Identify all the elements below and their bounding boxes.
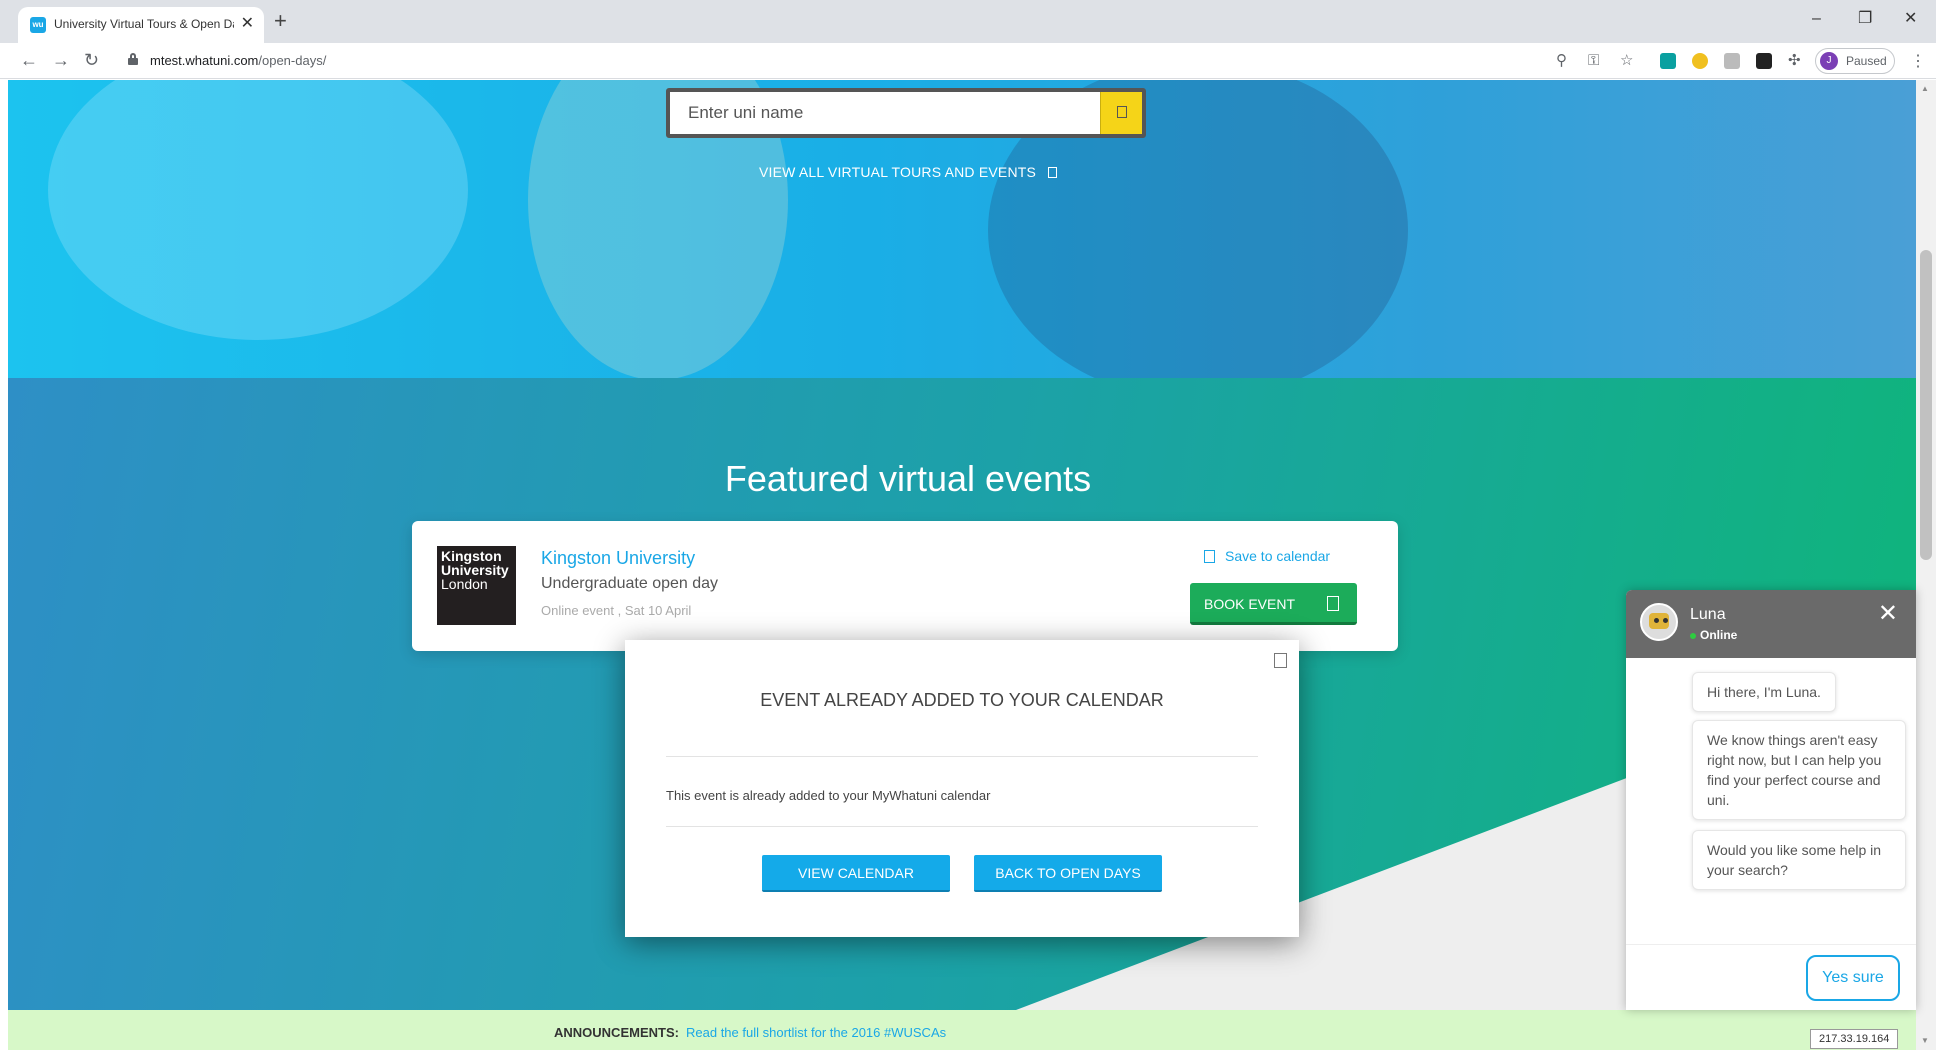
calendar-icon [1204, 550, 1215, 563]
announcement-link[interactable]: Read the full shortlist for the 2016 #WU… [686, 1025, 946, 1040]
browser-menu-icon[interactable]: ⋮ [1910, 51, 1926, 71]
page-scrollbar[interactable]: ▲ ▼ [1916, 80, 1936, 1050]
divider [666, 826, 1258, 827]
view-calendar-button[interactable]: VIEW CALENDAR [762, 855, 950, 892]
extension-icon[interactable] [1724, 53, 1740, 69]
browser-tab-bar: wu University Virtual Tours & Open Days … [0, 0, 1936, 43]
lock-icon[interactable] [128, 53, 138, 65]
ip-address-badge: 217.33.19.164 [1810, 1029, 1899, 1049]
window-close-button[interactable]: ✕ [1904, 10, 1917, 28]
extension-icon[interactable] [1660, 53, 1676, 69]
tab-close-icon[interactable]: ✕ [241, 15, 254, 33]
logo-line: London [441, 576, 488, 592]
new-tab-button[interactable]: + [274, 10, 287, 32]
scroll-down-arrow-icon[interactable]: ▼ [1921, 1036, 1929, 1045]
location-pin-icon[interactable]: ⚲ [1556, 52, 1567, 70]
back-to-open-days-button[interactable]: BACK TO OPEN DAYS [974, 855, 1162, 892]
window-restore-button[interactable]: ❐ [1858, 10, 1872, 28]
university-name-link[interactable]: Kingston University [541, 548, 695, 569]
event-type: Undergraduate open day [541, 575, 719, 592]
search-button[interactable] [1100, 92, 1142, 134]
chat-header: Luna Online ✕ [1626, 590, 1916, 658]
scroll-up-arrow-icon[interactable]: ▲ [1921, 84, 1929, 93]
logo-line: Kingston [441, 548, 502, 564]
university-logo: Kingston University London [437, 546, 516, 625]
bot-status: Online [1690, 628, 1737, 642]
browser-tab[interactable]: wu University Virtual Tours & Open Days … [18, 7, 264, 43]
calendar-modal: EVENT ALREADY ADDED TO YOUR CALENDAR Thi… [625, 640, 1299, 937]
reload-icon[interactable]: ↻ [84, 49, 99, 71]
extension-icon[interactable] [1756, 53, 1772, 69]
uni-search-box [666, 88, 1146, 138]
modal-close-icon[interactable] [1274, 653, 1287, 668]
logo-line: University [441, 562, 509, 578]
announcement-bar: ANNOUNCEMENTS: Read the full shortlist f… [8, 1010, 1916, 1050]
bookmark-star-icon[interactable]: ☆ [1620, 52, 1633, 70]
bot-status-label: Online [1700, 628, 1738, 642]
hero-banner: VIEW ALL VIRTUAL TOURS AND EVENTS [8, 80, 1916, 378]
event-details: Online event , Sat 10 April [541, 603, 692, 618]
view-all-label: VIEW ALL VIRTUAL TOURS AND EVENTS [758, 164, 1037, 180]
chat-message: Hi there, I'm Luna. [1692, 672, 1836, 712]
bot-name: Luna [1690, 606, 1726, 623]
modal-message: This event is already added to your MyWh… [666, 788, 991, 803]
search-icon [1117, 106, 1127, 118]
chat-close-icon[interactable]: ✕ [1878, 602, 1898, 626]
browser-toolbar: ← → ↻ mtest.whatuni.com/open-days/ ⚲ ⚿ ☆… [0, 43, 1936, 79]
extension-icon[interactable] [1692, 53, 1708, 69]
profile-status: Paused [1846, 54, 1887, 68]
book-event-label: BOOK EVENT [1204, 596, 1296, 612]
modal-title: EVENT ALREADY ADDED TO YOUR CALENDAR [760, 690, 1164, 710]
avatar: J [1820, 52, 1838, 70]
window-minimize-button[interactable]: – [1812, 10, 1821, 28]
url-host: mtest.whatuni.com [150, 53, 259, 68]
yes-sure-button[interactable]: Yes sure [1806, 955, 1900, 1001]
save-to-calendar-label: Save to calendar [1225, 548, 1331, 564]
view-all-link[interactable]: VIEW ALL VIRTUAL TOURS AND EVENTS [8, 164, 1808, 180]
event-card: Kingston University London Kingston Univ… [412, 521, 1398, 651]
uni-search-input[interactable] [670, 92, 1100, 134]
save-to-calendar-link[interactable]: Save to calendar [1204, 548, 1330, 564]
scrollbar-thumb[interactable] [1920, 250, 1932, 560]
url-path: /open-days/ [258, 53, 327, 68]
chat-widget: Luna Online ✕ Hi there, I'm Luna. We kno… [1626, 590, 1916, 1010]
address-bar[interactable]: mtest.whatuni.com/open-days/ [150, 53, 326, 68]
profile-button[interactable]: J Paused [1815, 48, 1895, 74]
section-title: Featured virtual events [724, 458, 1092, 499]
book-event-button[interactable]: BOOK EVENT [1190, 583, 1357, 625]
online-dot-icon [1690, 633, 1696, 639]
divider [666, 756, 1258, 757]
forward-arrow-icon[interactable]: → [52, 49, 70, 71]
external-link-icon [1327, 596, 1339, 611]
hero-background-shape [48, 80, 468, 340]
bot-avatar-icon [1640, 603, 1678, 641]
announcement-label: ANNOUNCEMENTS: [554, 1025, 679, 1040]
back-arrow-icon[interactable]: ← [20, 49, 38, 71]
tab-title: University Virtual Tours & Open Days [54, 17, 234, 31]
chat-message: We know things aren't easy right now, bu… [1692, 720, 1906, 820]
chat-message: Would you like some help in your search? [1692, 830, 1906, 890]
arrow-icon [1048, 167, 1058, 178]
key-icon[interactable]: ⚿ [1588, 52, 1599, 70]
chat-footer: Yes sure [1626, 944, 1916, 1010]
site-favicon-icon: wu [30, 17, 46, 33]
extensions-puzzle-icon[interactable]: ✣ [1788, 52, 1801, 70]
